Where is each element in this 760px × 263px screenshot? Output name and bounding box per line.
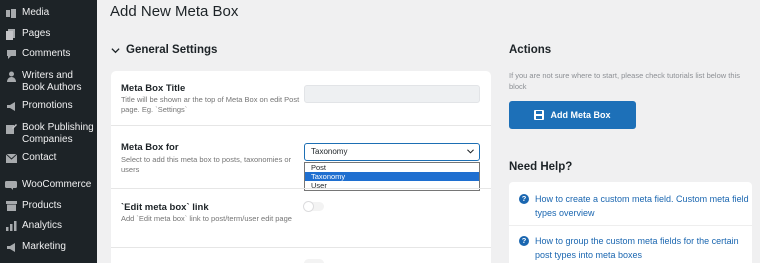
option-taxonomy[interactable]: Taxonomy bbox=[305, 172, 479, 181]
help-link-text: How to create a custom meta field. Custo… bbox=[535, 194, 749, 218]
admin-sidebar: Media Pages Comments Writers and Book Au… bbox=[0, 0, 97, 263]
section-heading: General Settings bbox=[126, 44, 218, 56]
meta-box-for-desc: Select to add this meta box to posts, ta… bbox=[121, 155, 292, 174]
sidebar-item-label: Marketing bbox=[22, 241, 66, 252]
edit-icon bbox=[5, 122, 17, 134]
help-link[interactable]: ? How to group the custom meta fields fo… bbox=[519, 234, 749, 262]
next-toggle[interactable] bbox=[304, 259, 324, 263]
meta-box-for-options: Post Taxonomy User bbox=[304, 162, 480, 191]
add-meta-box-label: Add Meta Box bbox=[550, 110, 611, 120]
help-card: ? How to create a custom meta field. Cus… bbox=[509, 182, 752, 263]
row-divider bbox=[111, 188, 491, 189]
edit-link-label: `Edit meta box` link bbox=[121, 202, 209, 213]
general-settings-card: Meta Box Title Title will be shown ar th… bbox=[111, 71, 491, 263]
media-icon bbox=[5, 7, 17, 19]
pages-icon bbox=[5, 28, 17, 40]
sidebar-item-label: WooCommerce bbox=[22, 179, 92, 190]
help-title: Need Help? bbox=[509, 161, 573, 173]
sidebar-item-label: Writers and Book Authors bbox=[22, 70, 82, 93]
meta-box-title-input[interactable] bbox=[304, 85, 480, 103]
edit-link-toggle[interactable] bbox=[304, 202, 324, 211]
meta-box-for-select[interactable]: Taxonomy bbox=[304, 143, 480, 161]
meta-box-title-desc: Title will be shown ar the top of Meta B… bbox=[121, 95, 300, 114]
comments-icon bbox=[5, 48, 17, 60]
meta-box-for-label: Meta Box for bbox=[121, 142, 179, 153]
actions-title: Actions bbox=[509, 44, 552, 56]
help-link[interactable]: ? How to create a custom meta field. Cus… bbox=[519, 192, 749, 220]
help-divider bbox=[509, 225, 752, 226]
sidebar-item-label: Pages bbox=[22, 28, 51, 39]
toggle-knob bbox=[304, 202, 313, 211]
general-settings-toggle[interactable]: General Settings bbox=[111, 44, 217, 56]
products-icon bbox=[5, 200, 17, 212]
sidebar-item-label: Contact bbox=[22, 152, 57, 163]
analytics-icon bbox=[5, 220, 17, 232]
sidebar-item-label: Comments bbox=[22, 48, 71, 59]
save-icon bbox=[534, 110, 545, 120]
megaphone-icon bbox=[5, 100, 17, 112]
edit-link-desc: Add `Edit meta box` link to post/term/us… bbox=[121, 214, 292, 223]
sidebar-item-label: Media bbox=[22, 7, 50, 18]
chevron-down-icon bbox=[467, 149, 474, 154]
mail-icon bbox=[5, 152, 17, 164]
meta-box-title-label: Meta Box Title bbox=[121, 83, 186, 94]
select-value: Taxonomy bbox=[311, 147, 348, 156]
chevron-down-icon bbox=[111, 47, 120, 53]
sidebar-item-label: Products bbox=[22, 200, 62, 211]
page-title: Add New Meta Box bbox=[110, 3, 239, 20]
sidebar-item-label: Analytics bbox=[22, 220, 63, 231]
add-meta-box-button[interactable]: Add Meta Box bbox=[509, 101, 636, 129]
users-icon bbox=[5, 70, 17, 82]
sidebar-item-label: Book Publishing Companies bbox=[22, 122, 94, 145]
help-icon: ? bbox=[519, 236, 529, 246]
option-post[interactable]: Post bbox=[305, 163, 479, 172]
row-divider bbox=[111, 247, 491, 248]
marketing-icon bbox=[5, 241, 17, 253]
help-icon: ? bbox=[519, 194, 529, 204]
sidebar-item-label: Promotions bbox=[22, 100, 73, 111]
row-divider bbox=[111, 125, 491, 126]
help-link-text: How to group the custom meta fields for … bbox=[535, 236, 739, 260]
woocommerce-icon bbox=[5, 179, 17, 191]
actions-desc: If you are not sure where to start, plea… bbox=[509, 71, 740, 91]
